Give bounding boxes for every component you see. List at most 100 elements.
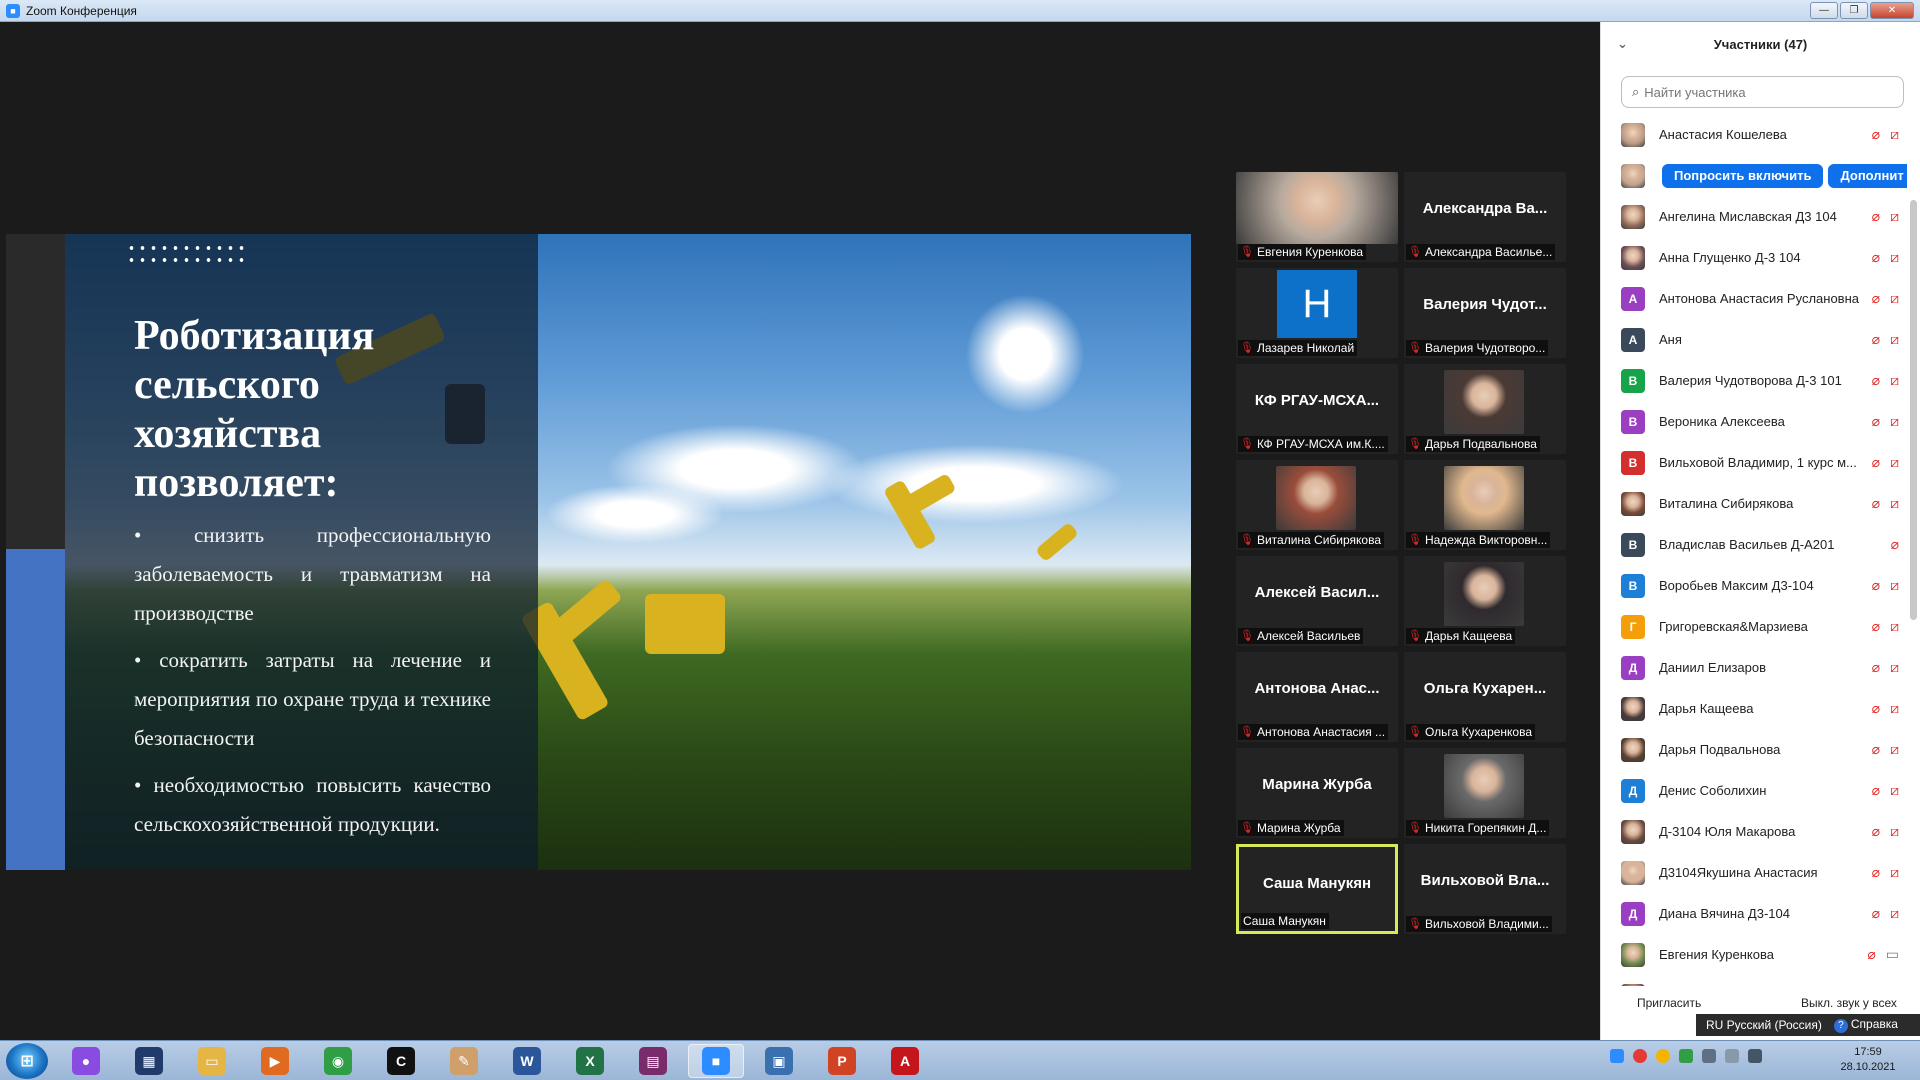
participant-row[interactable]: Д Диана Вячина Д3-104 ⌀ ⧄ (1601, 893, 1907, 934)
participant-row[interactable]: Анастасия Кошелева ⌀ ⧄ (1601, 114, 1907, 155)
language-bar[interactable]: RU Русский (Россия) ? Справка (1696, 1014, 1920, 1036)
participants-title: Участники (47) (1713, 36, 1808, 52)
participant-name: Валерия Чудотворова Д-3 101 (1659, 373, 1842, 388)
participant-video (1444, 466, 1524, 530)
video-off-icon: ⧄ (1890, 618, 1899, 634)
participant-status-icons: ⌀ ▭ (1867, 946, 1899, 962)
participant-name: Григоревская&Марзиева (1659, 619, 1808, 634)
muted-mic-icon: ⌀ (1871, 208, 1881, 224)
avatar-letter: В (1621, 573, 1645, 598)
invite-button[interactable]: Пригласить (1637, 996, 1701, 1010)
participant-row[interactable]: Д Денис Соболихин ⌀ ⧄ (1601, 770, 1907, 811)
speaker-icon[interactable] (1748, 1049, 1762, 1063)
video-tile[interactable]: Вильховой Вла... 🎙 Вильховой Владими... (1404, 844, 1566, 934)
help-label: Справка (1850, 1017, 1898, 1032)
help-button[interactable]: ? Справка (1833, 1017, 1898, 1033)
participant-row[interactable]: Д-3104 Юля Макарова ⌀ ⧄ (1601, 811, 1907, 852)
participant-row[interactable]: А Антонова Анастасия Руслановна ⌀ ⧄ (1601, 278, 1907, 319)
participant-row[interactable]: Дарья Подвальнова ⌀ ⧄ (1601, 729, 1907, 770)
taskbar-app-powerpoint[interactable]: P (814, 1044, 870, 1078)
participant-row[interactable]: Дарья Кащеева ⌀ ⧄ (1601, 688, 1907, 729)
participant-row[interactable]: Д3104Якушина Анастасия ⌀ ⧄ (1601, 852, 1907, 893)
video-tile[interactable]: Марина Журба 🎙 Марина Журба (1236, 748, 1398, 838)
participant-row[interactable]: В Вероника Алексеева ⌀ ⧄ (1601, 401, 1907, 442)
participant-row[interactable]: Виталина Сибирякова ⌀ ⧄ (1601, 483, 1907, 524)
maximize-button[interactable]: ❐ (1840, 2, 1868, 19)
taskbar-app-explorer[interactable]: ▭ (184, 1044, 240, 1078)
participant-row[interactable]: В Валерия Чудотворова Д-3 101 ⌀ ⧄ (1601, 360, 1907, 401)
taskbar-app-winrar[interactable]: ▤ (625, 1044, 681, 1078)
taskbar-clock[interactable]: 17:59 28.10.2021 (1820, 1045, 1916, 1075)
yandex-tray-icon[interactable] (1633, 1049, 1647, 1063)
participant-row[interactable]: Г Григоревская&Марзиева ⌀ ⧄ (1601, 606, 1907, 647)
video-tile[interactable]: 🎙 Виталина Сибирякова (1236, 460, 1398, 550)
video-tile-name: Вильховой Вла... (1420, 871, 1550, 889)
video-tile[interactable]: Ольга Кухарен... 🎙 Ольга Кухаренкова (1404, 652, 1566, 742)
zoom-tray-icon[interactable] (1610, 1049, 1624, 1063)
slide-bullet: • необходимостью повысить качество сельс… (134, 773, 491, 836)
clock-date: 28.10.2021 (1840, 1061, 1896, 1073)
participant-row[interactable]: А Аня ⌀ ⧄ (1601, 319, 1907, 360)
taskbar-app-media-player[interactable]: ▶ (247, 1044, 303, 1078)
video-tile[interactable]: Антонова Анас... 🎙 Антонова Анастасия ... (1236, 652, 1398, 742)
video-tile[interactable]: 🎙 Никита Горепякин Д... (1404, 748, 1566, 838)
taskbar-app-alice[interactable]: ● (58, 1044, 114, 1078)
video-tile-label: 🎙 Лазарев Николай (1238, 340, 1358, 356)
video-off-icon: ⧄ (1890, 823, 1899, 839)
network-tray-icon[interactable] (1702, 1049, 1716, 1063)
video-tile[interactable]: 🎙 Евгения Куренкова (1236, 172, 1398, 262)
participant-row[interactable]: В Вильховой Владимир, 1 курс м... ⌀ ⧄ (1601, 442, 1907, 483)
video-tile[interactable]: КФ РГАУ-МСХА... 🎙 КФ РГАУ-МСХА им.К.... (1236, 364, 1398, 454)
more-button[interactable]: Дополнит (1828, 163, 1907, 188)
taskbar-app-chart-app[interactable]: C (373, 1044, 429, 1078)
video-tile[interactable]: Алексей Васил... 🎙 Алексей Васильев (1236, 556, 1398, 646)
video-tile[interactable]: 🎙 Дарья Кащеева (1404, 556, 1566, 646)
video-tile[interactable]: Саша Манукян Саша Манукян (1236, 844, 1398, 934)
word-icon: W (513, 1047, 541, 1075)
video-tile[interactable]: 🎙 Дарья Подвальнова (1404, 364, 1566, 454)
taskbar-app-paint[interactable]: ✎ (436, 1044, 492, 1078)
participant-row[interactable]: Евгения Куренкова ⌀ ▭ (1601, 934, 1907, 975)
start-button[interactable]: ⊞ (6, 1043, 48, 1079)
system-tray (1610, 1049, 1762, 1063)
participant-search-input[interactable] (1644, 84, 1885, 100)
participant-row[interactable]: Ангелина Миславская Д3 104 ⌀ ⧄ (1601, 196, 1907, 237)
taskbar-app-monitor[interactable]: ▦ (121, 1044, 177, 1078)
participant-row[interactable]: В Владислав Васильев Д-А201 ⌀ (1601, 524, 1907, 565)
video-tile-label-text: Александра Василье... (1424, 245, 1553, 259)
participant-row[interactable]: ⌀⧄ (1601, 975, 1907, 986)
participant-row[interactable]: В Воробьев Максим Д3-104 ⌀ ⧄ (1601, 565, 1907, 606)
taskbar-app-zoom[interactable]: ■ (688, 1044, 744, 1078)
participant-row[interactable]: Д Даниил Елизаров ⌀ ⧄ (1601, 647, 1907, 688)
video-tile[interactable]: Валерия Чудот... 🎙 Валерия Чудотворо... (1404, 268, 1566, 358)
explorer-icon: ▭ (198, 1047, 226, 1075)
muted-mic-icon: ⌀ (1871, 290, 1881, 306)
flag-tray-icon[interactable] (1725, 1049, 1739, 1063)
video-tile-label-text: Никита Горепякин Д... (1424, 821, 1547, 835)
video-off-icon: ⧄ (1890, 126, 1899, 142)
taskbar-app-excel[interactable]: X (562, 1044, 618, 1078)
video-tile[interactable]: 🎙 Надежда Викторовн... (1404, 460, 1566, 550)
language-indicator[interactable]: RU Русский (Россия) (1706, 1018, 1822, 1032)
minimize-button[interactable]: — (1810, 2, 1838, 19)
close-button[interactable]: ✕ (1870, 2, 1914, 19)
taskbar-app-acrobat[interactable]: A (877, 1044, 933, 1078)
taskbar-app-picture-viewer[interactable]: ▣ (751, 1044, 807, 1078)
taskbar-app-chrome[interactable]: ◉ (310, 1044, 366, 1078)
video-tile[interactable]: Александра Ва... 🎙 Александра Василье... (1404, 172, 1566, 262)
participant-row[interactable]: Попросить включить Дополнит (1601, 155, 1907, 196)
ask-to-unmute-button[interactable]: Попросить включить (1662, 163, 1824, 188)
video-tile[interactable]: Н 🎙 Лазарев Николай (1236, 268, 1398, 358)
participant-search[interactable]: ⌕ (1621, 76, 1904, 108)
participant-row[interactable]: Анна Глущенко Д-3 104 ⌀ ⧄ (1601, 237, 1907, 278)
mute-all-button[interactable]: Выкл. звук у всех (1801, 996, 1897, 1010)
acrobat-icon: A (891, 1047, 919, 1075)
check-tray-icon[interactable] (1679, 1049, 1693, 1063)
video-tile-label: 🎙 Алексей Васильев (1238, 628, 1364, 644)
chevron-down-icon[interactable]: ⌄ (1617, 36, 1628, 52)
taskbar-app-word[interactable]: W (499, 1044, 555, 1078)
chrome-tray-icon[interactable] (1656, 1049, 1670, 1063)
muted-mic-icon: 🎙 (1408, 726, 1422, 738)
participants-scrollbar[interactable] (1910, 200, 1917, 620)
window-titlebar[interactable]: ■ Zoom Конференция — ❐ ✕ (0, 0, 1920, 22)
